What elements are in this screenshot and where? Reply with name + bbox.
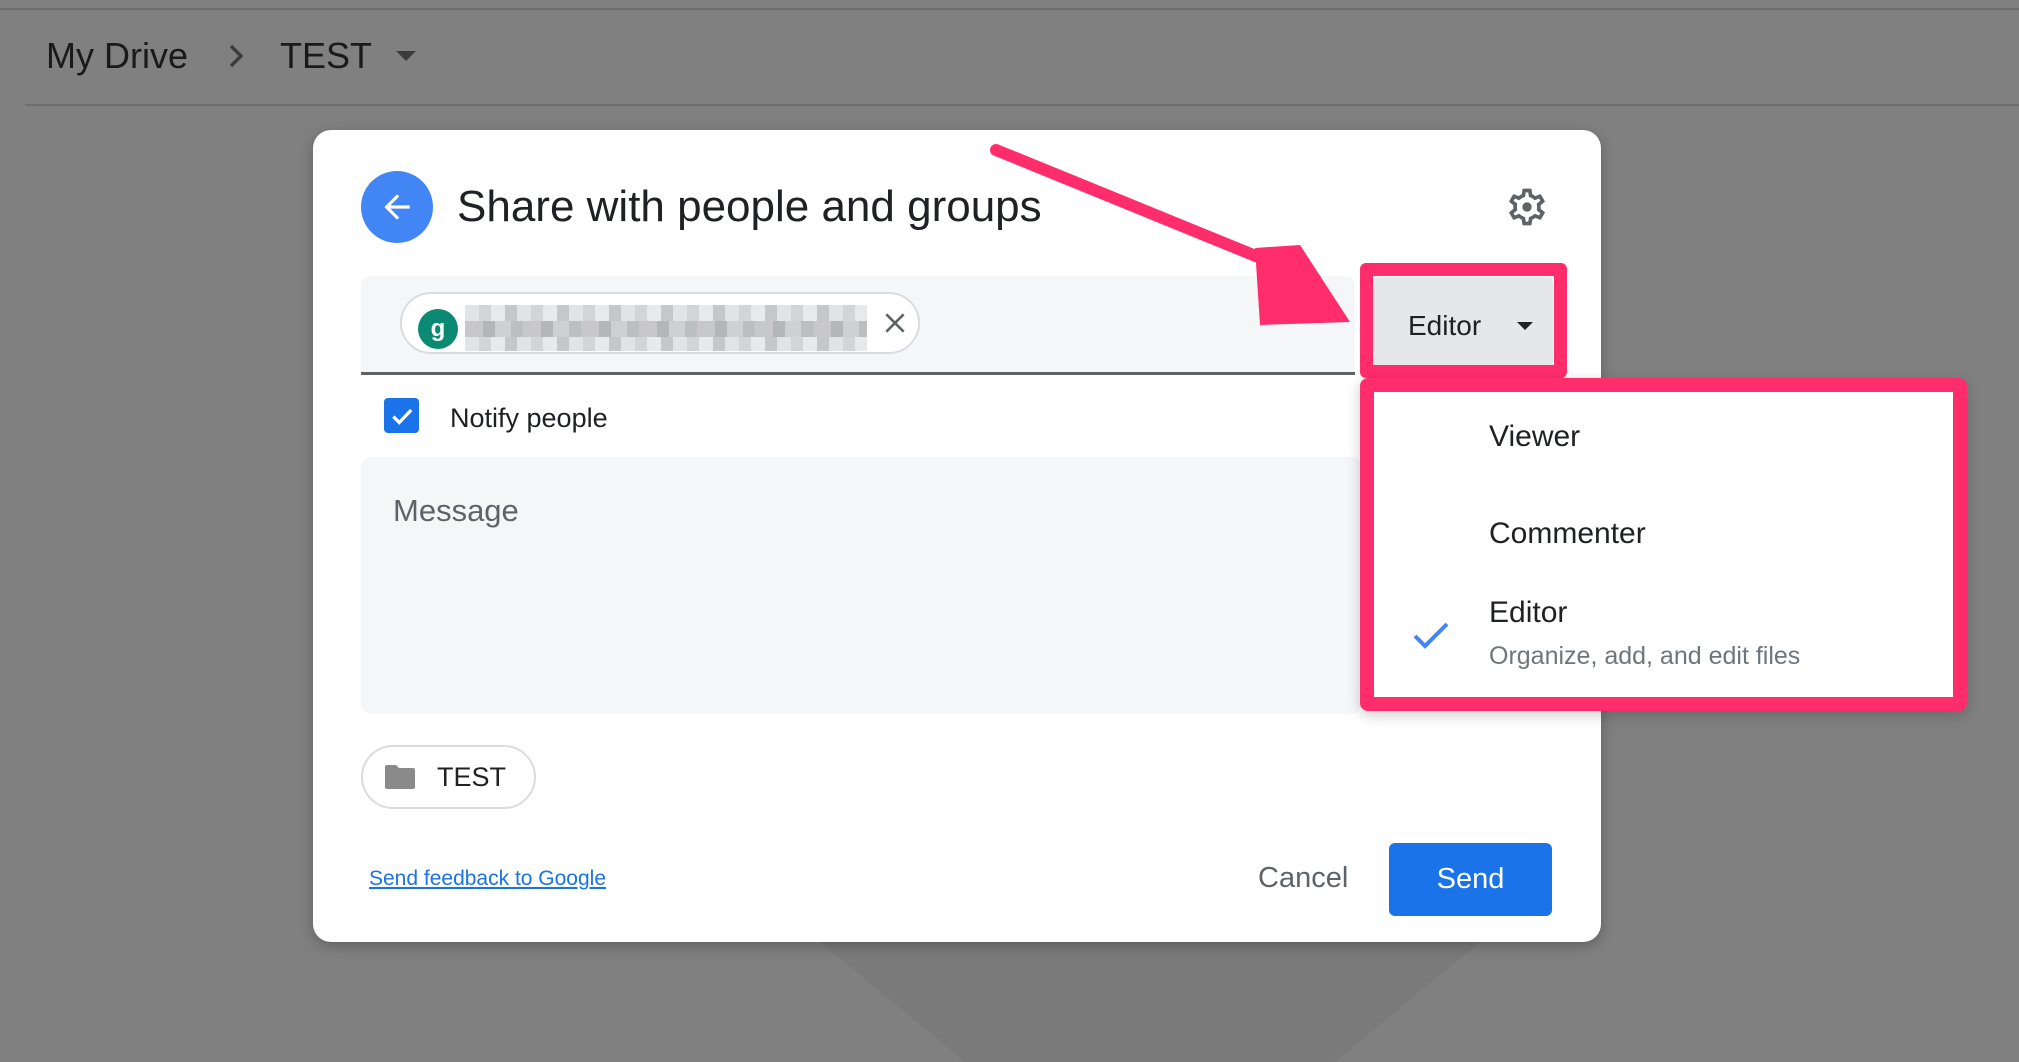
role-menu-item-label: Editor xyxy=(1489,596,1568,629)
role-menu-item-description: Organize, add, and edit files xyxy=(1489,642,1801,670)
settings-button[interactable] xyxy=(1505,185,1549,229)
role-menu-item-editor[interactable]: Editor Organize, add, and edit files xyxy=(1374,590,1954,690)
send-button[interactable]: Send xyxy=(1389,843,1552,916)
cancel-button[interactable]: Cancel xyxy=(1258,862,1348,895)
message-field[interactable]: Message xyxy=(361,457,1361,714)
annotation-highlight-box xyxy=(1360,263,1567,378)
notify-people-checkbox[interactable] xyxy=(384,398,419,433)
shared-item-name: TEST xyxy=(437,761,507,792)
dialog-title: Share with people and groups xyxy=(457,182,1042,231)
close-icon xyxy=(885,313,905,333)
breadcrumb-divider xyxy=(25,104,2019,106)
breadcrumb-my-drive[interactable]: My Drive xyxy=(46,35,188,77)
gear-icon xyxy=(1509,188,1545,226)
breadcrumb-current-folder[interactable]: TEST xyxy=(280,35,372,77)
send-feedback-link[interactable]: Send feedback to Google xyxy=(369,867,606,891)
remove-recipient-button[interactable] xyxy=(878,306,912,340)
breadcrumb: My Drive TEST xyxy=(46,30,417,82)
recipient-email-redacted xyxy=(465,305,867,351)
notify-people-label: Notify people xyxy=(450,403,608,433)
arrow-back-icon xyxy=(384,194,410,220)
check-icon xyxy=(391,408,412,425)
avatar: g xyxy=(418,309,458,349)
role-menu-item-label: Commenter xyxy=(1489,517,1646,550)
role-menu-item-viewer[interactable]: Viewer xyxy=(1374,410,1954,472)
caret-down-icon[interactable] xyxy=(396,51,417,61)
background-shape xyxy=(820,942,1480,1062)
message-placeholder: Message xyxy=(393,493,519,528)
back-button[interactable] xyxy=(361,171,433,243)
shared-item-chip[interactable]: TEST xyxy=(361,745,536,809)
role-menu-item-commenter[interactable]: Commenter xyxy=(1374,505,1954,567)
chevron-right-icon xyxy=(222,38,250,74)
top-divider xyxy=(0,8,2019,10)
check-icon xyxy=(1412,620,1450,657)
role-menu-item-label: Viewer xyxy=(1489,420,1581,453)
folder-icon xyxy=(385,765,415,789)
